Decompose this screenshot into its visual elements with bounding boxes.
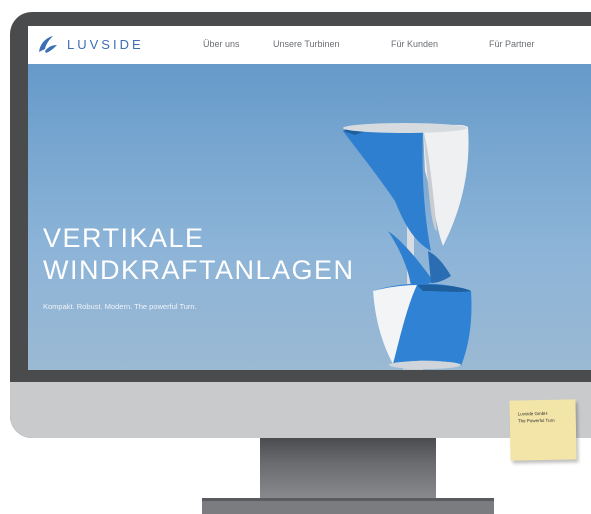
sticky-note-line-2: The Powerful Turn bbox=[517, 417, 555, 424]
sticky-note-text: Luvside GmbH The Powerful Turn bbox=[518, 410, 555, 425]
nav-unsere-turbinen[interactable]: Unsere Turbinen bbox=[273, 38, 340, 50]
brand-name[interactable]: LUVSIDE bbox=[67, 37, 144, 53]
luvside-logo-icon[interactable] bbox=[36, 35, 58, 55]
website-screen: LUVSIDE Über uns Unsere Turbinen Für Kun… bbox=[28, 26, 591, 370]
photo-scene: LUVSIDE Über uns Unsere Turbinen Für Kun… bbox=[0, 0, 591, 514]
nav-fuer-kunden[interactable]: Für Kunden bbox=[391, 38, 438, 50]
hero-tagline: Kompakt. Robust. Modern. The powerful Tu… bbox=[43, 302, 197, 311]
nav-ueber-uns[interactable]: Über uns bbox=[203, 38, 240, 50]
site-navbar: LUVSIDE Über uns Unsere Turbinen Für Kun… bbox=[28, 26, 591, 64]
hero-title-line-1: VERTIKALE bbox=[43, 223, 205, 253]
hero-title-line-2: WINDKRAFTANLAGEN bbox=[43, 255, 355, 285]
monitor-stand-neck bbox=[260, 438, 436, 500]
monitor-stand-base-edge bbox=[202, 498, 494, 501]
wind-turbine-image bbox=[343, 123, 472, 370]
sticky-note: Luvside GmbH The Powerful Turn bbox=[509, 399, 577, 461]
nav-fuer-partner[interactable]: Für Partner bbox=[489, 38, 535, 50]
monitor-chin bbox=[10, 382, 591, 438]
hero-title: VERTIKALE WINDKRAFTANLAGEN bbox=[43, 222, 355, 286]
